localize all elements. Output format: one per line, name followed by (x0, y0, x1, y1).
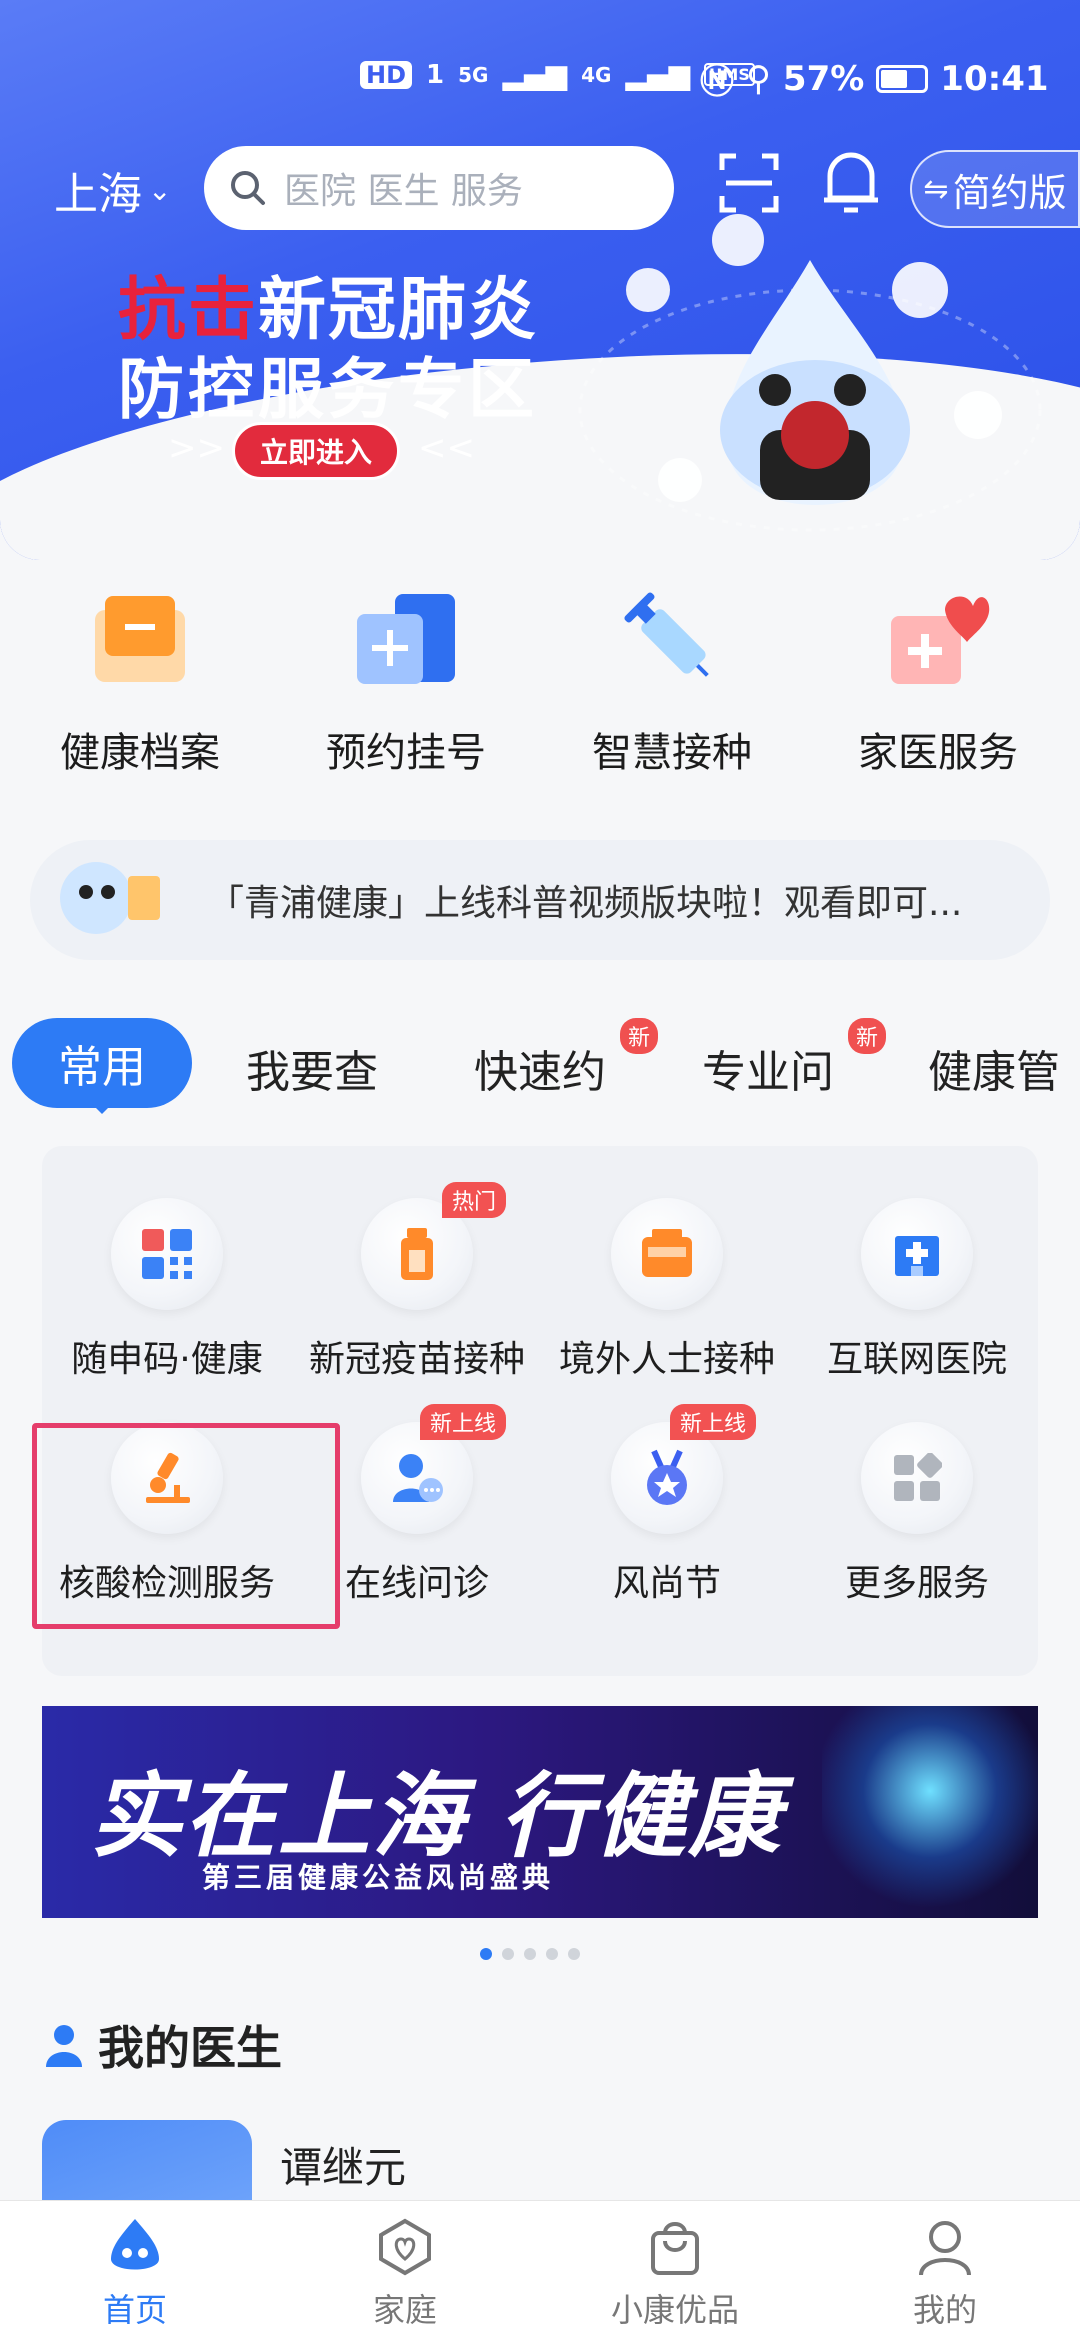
service-item[interactable]: 新冠疫苗接种 (292, 1198, 542, 1382)
tab-health-management[interactable]: 健康管 (928, 1036, 1060, 1100)
mascot-icon (60, 862, 160, 934)
shopping-bag-icon (651, 2222, 699, 2275)
home-mascot-icon (111, 2219, 159, 2270)
service-item[interactable]: 风尚节 (542, 1422, 792, 1606)
switch-icon: ⇋ (923, 171, 949, 207)
battery-percent: 57% (782, 58, 865, 99)
tab-quick-booking[interactable]: 快速约 (474, 1036, 606, 1100)
carousel-dots (480, 1948, 580, 1960)
service-label: 随申码·健康 (71, 1339, 263, 1380)
my-doctor-header: 我的医生 (44, 2012, 282, 2078)
tab-inquiry[interactable]: 我要查 (246, 1036, 378, 1100)
covid-vaccine-icon (611, 1198, 723, 1310)
doctor-name[interactable]: 谭继元 (280, 2134, 406, 2195)
simple-mode-label: 简约版 (952, 170, 1067, 215)
service-label: 互联网医院 (826, 1339, 1007, 1380)
search-icon (231, 171, 265, 205)
service-item[interactable]: 随申码·健康 (42, 1198, 292, 1382)
nav-profile[interactable]: 我的 (810, 2201, 1080, 2340)
carousel-dot[interactable] (568, 1948, 580, 1960)
mascot-illustration (578, 214, 1042, 532)
service-label: 风尚节 (612, 1563, 721, 1604)
quick-service-label: 家医服务 (858, 730, 1018, 776)
tab-common[interactable]: 常用 (12, 1018, 192, 1114)
signal-icon-2: ▂▄▆ (625, 58, 691, 91)
enter-button[interactable]: 立即进入 (232, 422, 400, 480)
nav-label: 首页 (102, 2291, 167, 2329)
quick-service-health-record[interactable]: 健康档案 (30, 590, 250, 778)
hd-tag: HD (360, 60, 413, 89)
quick-service-label: 预约挂号 (326, 730, 486, 776)
signal-icon: ▂▄▆ (502, 58, 568, 91)
family-icon (379, 2218, 431, 2276)
scan-icon[interactable] (716, 150, 782, 216)
city-selector[interactable]: 上海 ⌄ (54, 158, 171, 222)
nav-label: 家庭 (372, 2291, 437, 2329)
nfc-icon: Ⓝ (700, 62, 734, 102)
carousel-dot[interactable] (546, 1948, 558, 1960)
bottom-nav: 首页 家庭 小康优品 我的 (0, 2200, 1080, 2340)
simple-mode-button[interactable]: ⇋ 简约版 (910, 150, 1080, 228)
hot-badge: 热门 (442, 1182, 507, 1218)
quick-service-vaccination[interactable]: 智慧接种 (562, 590, 782, 778)
service-item[interactable]: 更多服务 (792, 1422, 1042, 1606)
arrows-left-icon: << (418, 428, 475, 468)
bell-icon[interactable] (818, 146, 884, 218)
quick-service-label: 智慧接种 (592, 730, 752, 776)
search-placeholder: 医院 医生 服务 (284, 171, 523, 212)
service-label: 境外人士接种 (558, 1339, 775, 1380)
nav-label: 小康优品 (610, 2291, 739, 2329)
qr-code-icon (111, 1198, 223, 1310)
quick-service-family-doctor[interactable]: 家医服务 (828, 590, 1048, 778)
carousel-dot[interactable] (480, 1948, 492, 1960)
new-online-badge: 新上线 (420, 1404, 507, 1440)
quick-service-label: 健康档案 (60, 730, 220, 776)
chevron-down-icon: ⌄ (148, 173, 172, 207)
service-label: 更多服务 (844, 1563, 989, 1604)
promo-subtitle: 第三届健康公益风尚盛典 (202, 1861, 555, 1894)
category-tabs: 常用 我要查 快速约 新 专业问 新 健康管 (0, 1018, 1080, 1118)
nav-shop[interactable]: 小康优品 (540, 2201, 810, 2340)
carousel-dot[interactable] (524, 1948, 536, 1960)
sim-indicator: 1 (426, 59, 445, 90)
new-online-badge: 新上线 (670, 1404, 757, 1440)
clock: 10:41 (940, 58, 1049, 99)
service-item[interactable]: 境外人士接种 (542, 1198, 792, 1382)
quick-service-registration[interactable]: 预约挂号 (296, 590, 516, 778)
location-icon: ⚲ (746, 58, 771, 99)
folder-icon (95, 596, 185, 682)
banner-subtitle: 防控服务专区 (118, 351, 538, 428)
family-doctor-icon (891, 596, 990, 684)
runner-illustration (822, 1706, 1038, 1918)
profile-icon (919, 2221, 971, 2276)
service-label: 新冠疫苗接种 (308, 1339, 525, 1380)
nav-home[interactable]: 首页 (0, 2201, 270, 2340)
promo-banner[interactable]: 实在上海 行健康 第三届健康公益风尚盛典 (42, 1706, 1038, 1918)
nav-family[interactable]: 家庭 (270, 2201, 540, 2340)
carousel-dot[interactable] (502, 1948, 514, 1960)
selection-highlight (32, 1423, 340, 1629)
my-doctor-title: 我的医生 (98, 2021, 282, 2075)
service-item[interactable]: 互联网医院 (792, 1198, 1042, 1382)
net2-label: 4G (581, 62, 612, 87)
new-badge: 新 (848, 1018, 887, 1054)
net1-label: 5G (458, 62, 489, 87)
search-input[interactable]: 医院 医生 服务 (204, 146, 674, 230)
tab-professional-consult[interactable]: 专业问 (702, 1036, 834, 1100)
arrows-right-icon: >> (168, 428, 225, 468)
hospital-icon (861, 1198, 973, 1310)
new-badge: 新 (620, 1018, 659, 1054)
notice-text: 「青浦健康」上线科普视频版块啦！观看即可... (208, 883, 963, 924)
notice-bar[interactable]: 「青浦健康」上线科普视频版块啦！观看即可... (30, 840, 1050, 960)
nav-label: 我的 (912, 2291, 977, 2329)
registration-icon (357, 594, 455, 684)
city-label: 上海 (54, 169, 142, 220)
more-grid-icon (861, 1422, 973, 1534)
battery-icon (876, 64, 929, 93)
syringe-icon (624, 592, 709, 677)
doctor-icon (46, 2025, 82, 2067)
